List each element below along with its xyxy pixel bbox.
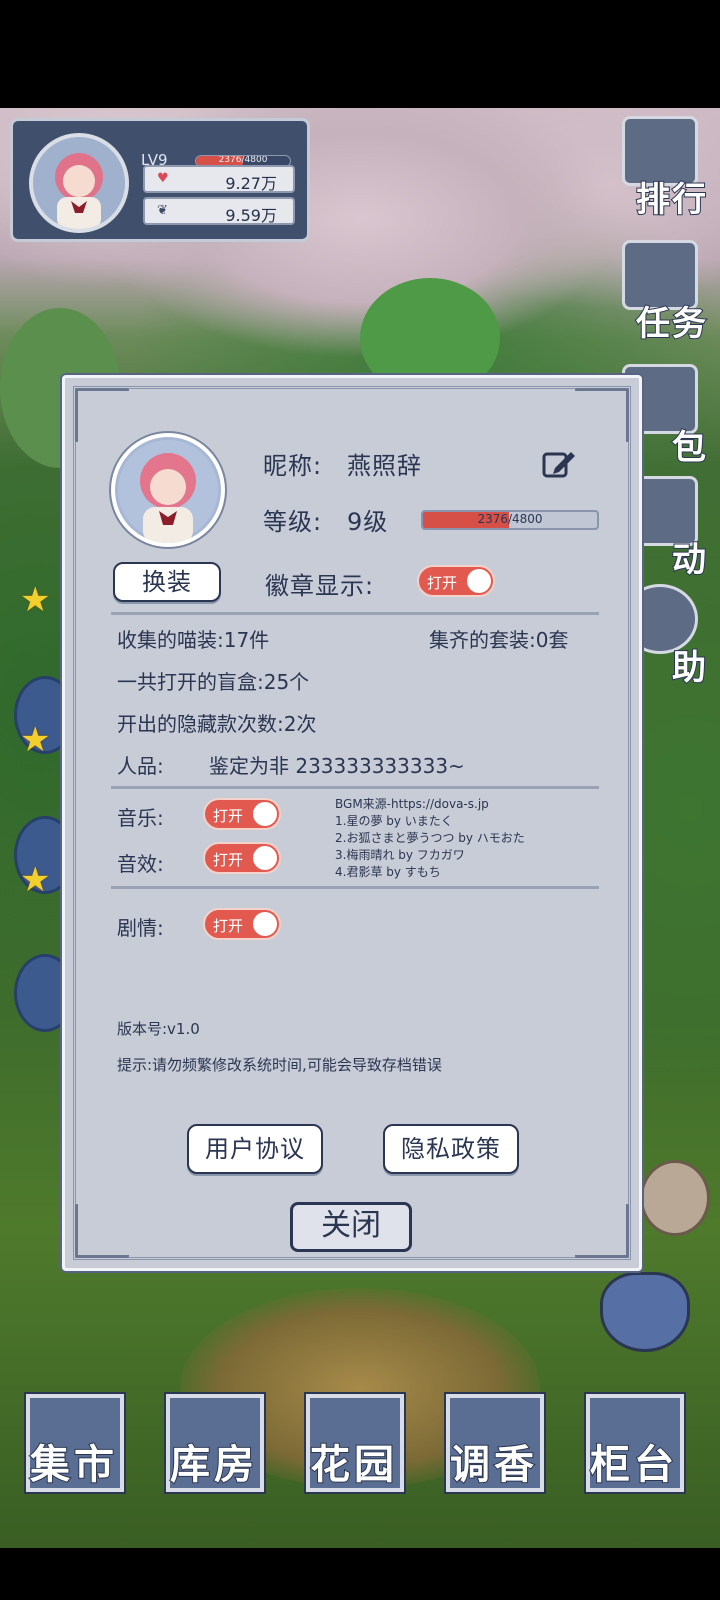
currency-leaf-value: 9.59万 — [225, 206, 277, 225]
close-button[interactable]: 关闭 — [290, 1202, 412, 1252]
currency-heart-row: ♥ 9.27万 — [143, 165, 295, 193]
nav-label: 花园 — [309, 1440, 398, 1489]
music-label: 音乐: — [117, 806, 164, 830]
player-status-card[interactable]: LV9 2376/4800 ♥ 9.27万 ❦ 9.59万 — [10, 118, 310, 242]
heart-icon: ♥ — [157, 171, 169, 186]
nav-perfume[interactable]: 调香 — [442, 1392, 546, 1496]
bgm-credit-line: 3.梅雨晴れ by フカガワ — [335, 848, 465, 862]
profile-avatar — [111, 433, 225, 547]
nav-label: 库房 — [169, 1440, 258, 1489]
stat-boxes: 一共打开的盲盒:25个 — [117, 670, 310, 694]
version-text: 版本号:v1.0 — [117, 1020, 200, 1038]
nav-counter[interactable]: 柜台 — [582, 1392, 686, 1496]
side-label: 任务 — [635, 303, 708, 345]
user-agreement-button[interactable]: 用户协议 — [187, 1124, 323, 1174]
side-button-ranking[interactable]: 排行 — [608, 116, 708, 221]
stat-luck-label: 人品: — [117, 754, 164, 778]
toggle-label: 打开 — [213, 851, 244, 869]
stat-sets: 集齐的套装:0套 — [429, 628, 569, 652]
player-exp-text: 2376/4800 — [218, 155, 268, 165]
nav-label: 柜台 — [589, 1440, 678, 1489]
level-exp-bar: 2376/4800 — [421, 510, 599, 530]
nickname-label: 昵称: — [263, 452, 323, 480]
star-icon: ★ — [20, 720, 51, 760]
game-screen: LV9 2376/4800 ♥ 9.27万 ❦ 9.59万 排行 任务 包 动 … — [0, 0, 720, 1600]
leaf-icon: ❦ — [157, 203, 168, 218]
bgm-credits: BGM来源-https://dova-s.jp 1.星の夢 by いまたく 2.… — [335, 796, 625, 881]
nav-label: 集市 — [29, 1440, 118, 1489]
badge-display-toggle[interactable]: 打开 — [417, 565, 495, 597]
player-info-dialog: 昵称: 燕照辞 等级: 9级 2376/4800 换装 徽章显示: 打开 收集的… — [62, 375, 642, 1271]
star-icon: ★ — [20, 860, 51, 900]
level-label: 等级: — [263, 508, 323, 536]
toggle-label: 打开 — [213, 917, 244, 935]
bgm-credit-line: BGM来源-https://dova-s.jp — [335, 797, 489, 811]
divider — [111, 786, 599, 789]
divider — [111, 612, 599, 615]
stat-luck-value: 鉴定为非 233333333333~ — [209, 754, 465, 778]
pencil-icon — [542, 452, 575, 478]
nav-market[interactable]: 集市 — [22, 1392, 126, 1496]
toggle-label: 打开 — [427, 574, 458, 592]
ornament-corner — [75, 1204, 129, 1258]
lucky-bag-icon[interactable] — [600, 1272, 690, 1352]
privacy-policy-button[interactable]: 隐私政策 — [383, 1124, 519, 1174]
currency-heart-value: 9.27万 — [225, 174, 277, 193]
stat-collected: 收集的喵装:17件 — [117, 628, 270, 652]
edit-nickname-button[interactable] — [541, 448, 577, 480]
badge-display-label: 徽章显示: — [265, 572, 375, 600]
ornament-corner — [575, 388, 629, 442]
dress-up-button[interactable]: 换装 — [113, 562, 221, 602]
player-avatar[interactable] — [29, 133, 129, 233]
bgm-credit-line: 4.君影草 by すもち — [335, 865, 441, 879]
sfx-label: 音效: — [117, 852, 164, 876]
toggle-knob — [253, 846, 277, 870]
nickname-value: 燕照辞 — [347, 452, 422, 480]
side-label: 排行 — [635, 179, 708, 221]
toggle-label: 打开 — [213, 807, 244, 825]
toggle-knob — [467, 569, 491, 593]
nav-label: 调香 — [449, 1440, 538, 1489]
story-toggle[interactable]: 打开 — [203, 908, 281, 940]
tip-text: 提示:请勿频繁修改系统时间,可能会导致存档错误 — [117, 1056, 442, 1074]
toggle-knob — [253, 802, 277, 826]
shovel-pot-icon[interactable] — [640, 1160, 710, 1236]
music-toggle[interactable]: 打开 — [203, 798, 281, 830]
divider — [111, 886, 599, 889]
story-label: 剧情: — [117, 916, 164, 940]
level-exp-text: 2376/4800 — [477, 512, 543, 526]
nav-garden[interactable]: 花园 — [302, 1392, 406, 1496]
toggle-knob — [253, 912, 277, 936]
ornament-corner — [75, 388, 129, 442]
nav-warehouse[interactable]: 库房 — [162, 1392, 266, 1496]
star-icon: ★ — [20, 580, 51, 620]
bgm-credit-line: 2.お狐さまと夢うつつ by ハモおた — [335, 831, 525, 845]
sfx-toggle[interactable]: 打开 — [203, 842, 281, 874]
side-button-task[interactable]: 任务 — [608, 240, 708, 345]
stat-hidden: 开出的隐藏款次数:2次 — [117, 712, 317, 736]
level-value: 9级 — [347, 508, 389, 536]
currency-leaf-row: ❦ 9.59万 — [143, 197, 295, 225]
bgm-credit-line: 1.星の夢 by いまたく — [335, 814, 453, 828]
ornament-corner — [575, 1204, 629, 1258]
